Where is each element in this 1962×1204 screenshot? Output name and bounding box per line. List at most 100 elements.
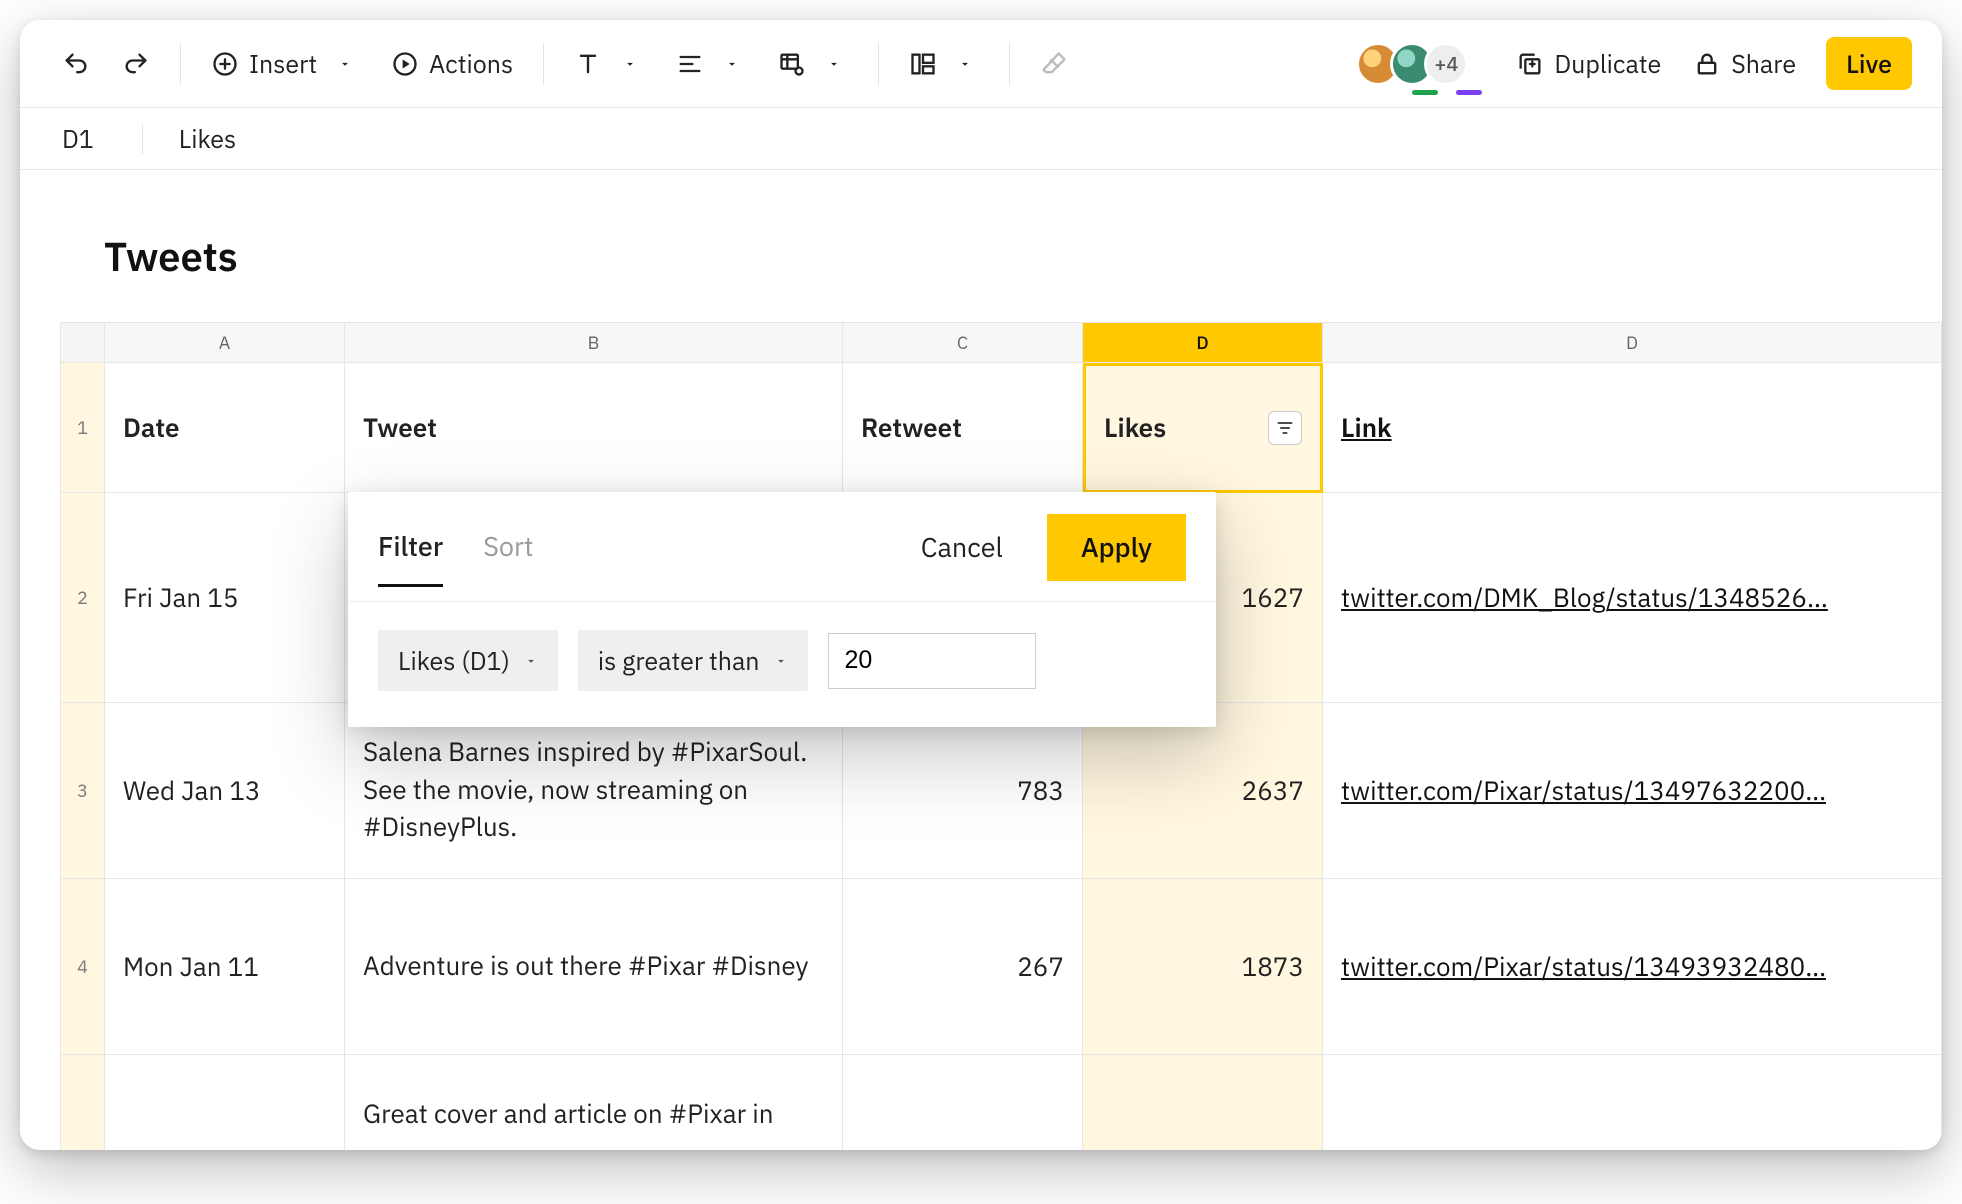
corner-cell[interactable] xyxy=(61,323,105,363)
cell-tweet[interactable]: Salena Barnes inspired by #PixarSoul. Se… xyxy=(345,703,843,879)
chevron-down-icon xyxy=(951,50,979,78)
formula-bar: D1 Likes xyxy=(20,108,1942,170)
cell-date[interactable] xyxy=(105,1055,345,1150)
redo-icon xyxy=(122,50,150,78)
duplicate-label: Duplicate xyxy=(1554,47,1661,80)
dropdown-label: Likes (D1) xyxy=(398,644,510,677)
tab-sort[interactable]: Sort xyxy=(483,529,533,587)
separator xyxy=(180,43,181,85)
insert-label: Insert xyxy=(249,47,317,80)
share-button[interactable]: Share xyxy=(1681,38,1808,90)
redo-button[interactable] xyxy=(110,38,162,90)
cell-retweet[interactable]: 267 xyxy=(843,879,1083,1055)
cell-value[interactable]: Likes xyxy=(179,122,236,155)
filter-operator-dropdown[interactable]: is greater than xyxy=(578,630,808,691)
cell-link[interactable]: twitter.com/DMK_Blog/status/1348526… xyxy=(1323,493,1942,703)
header-link[interactable]: Link xyxy=(1323,363,1942,493)
row-number[interactable]: 3 xyxy=(61,703,105,879)
avatar-more-count: +4 xyxy=(1434,50,1458,77)
eraser-button[interactable] xyxy=(1028,38,1080,90)
cell-retweet[interactable]: 783 xyxy=(843,703,1083,879)
column-letter[interactable]: D xyxy=(1323,323,1942,363)
apply-button[interactable]: Apply xyxy=(1047,514,1186,581)
cell-likes[interactable] xyxy=(1083,1055,1323,1150)
table-row: Great cover and article on #Pixar in xyxy=(61,1055,1942,1150)
header-row: 1 Date Tweet Retweet Likes Link xyxy=(61,363,1942,493)
header-likes-label: Likes xyxy=(1104,411,1166,445)
chevron-down-icon xyxy=(524,654,538,668)
plus-circle-icon xyxy=(211,50,239,78)
align-button[interactable] xyxy=(664,38,758,90)
cell-date[interactable]: Wed Jan 13 xyxy=(105,703,345,879)
cell-retweet[interactable] xyxy=(843,1055,1083,1150)
live-label: Live xyxy=(1846,47,1892,80)
presence-indicator xyxy=(1456,90,1482,95)
separator xyxy=(878,43,879,85)
column-letter[interactable]: A xyxy=(105,323,345,363)
column-letter[interactable]: B xyxy=(345,323,843,363)
presence-avatars[interactable]: +4 xyxy=(1366,42,1468,86)
filter-icon[interactable] xyxy=(1268,411,1302,445)
text-icon xyxy=(574,50,602,78)
header-date[interactable]: Date xyxy=(105,363,345,493)
lock-icon xyxy=(1693,50,1721,78)
chevron-down-icon xyxy=(718,50,746,78)
header-likes[interactable]: Likes xyxy=(1083,363,1323,493)
table-gear-icon xyxy=(778,50,806,78)
row-number[interactable] xyxy=(61,1055,105,1150)
text-format-button[interactable] xyxy=(562,38,656,90)
toolbar: Insert Actions xyxy=(20,20,1942,108)
cell-reference[interactable]: D1 xyxy=(50,122,106,155)
column-letter-selected[interactable]: D xyxy=(1083,323,1323,363)
chevron-down-icon xyxy=(774,654,788,668)
column-letter[interactable]: C xyxy=(843,323,1083,363)
column-letters-row: A B C D D xyxy=(61,323,1942,363)
undo-button[interactable] xyxy=(50,38,102,90)
actions-button[interactable]: Actions xyxy=(379,38,525,90)
separator xyxy=(543,43,544,85)
cell-link[interactable]: twitter.com/Pixar/status/13493932480… xyxy=(1323,879,1942,1055)
play-circle-icon xyxy=(391,50,419,78)
table-row: 4 Mon Jan 11 Adventure is out there #Pix… xyxy=(61,879,1942,1055)
cell-date[interactable]: Mon Jan 11 xyxy=(105,879,345,1055)
tab-filter[interactable]: Filter xyxy=(378,529,443,587)
dropdown-label: is greater than xyxy=(598,644,760,677)
eraser-icon xyxy=(1040,50,1068,78)
row-number[interactable]: 1 xyxy=(61,363,105,493)
data-grid: A B C D D 1 Date Tweet Retweet Likes xyxy=(60,322,1942,1150)
filter-column-dropdown[interactable]: Likes (D1) xyxy=(378,630,558,691)
chevron-down-icon xyxy=(616,50,644,78)
header-retweet[interactable]: Retweet xyxy=(843,363,1083,493)
cancel-button[interactable]: Cancel xyxy=(899,516,1025,579)
presence-indicator xyxy=(1412,90,1438,95)
duplicate-icon xyxy=(1516,50,1544,78)
filter-value-input[interactable] xyxy=(828,633,1036,689)
filter-popover: Filter Sort Cancel Apply Likes (D1) is g… xyxy=(348,492,1216,727)
duplicate-button[interactable]: Duplicate xyxy=(1504,38,1673,90)
actions-label: Actions xyxy=(429,47,513,80)
cell-likes[interactable]: 1873 xyxy=(1083,879,1323,1055)
cell-tweet[interactable]: Adventure is out there #Pixar #Disney xyxy=(345,879,843,1055)
app-window: Insert Actions xyxy=(20,20,1942,1150)
table-row: 3 Wed Jan 13 Salena Barnes inspired by #… xyxy=(61,703,1942,879)
header-tweet[interactable]: Tweet xyxy=(345,363,843,493)
layout-button[interactable] xyxy=(897,38,991,90)
row-number[interactable]: 4 xyxy=(61,879,105,1055)
cell-link[interactable]: twitter.com/Pixar/status/13497632200… xyxy=(1323,703,1942,879)
live-button[interactable]: Live xyxy=(1826,37,1912,90)
avatar-overflow[interactable]: +4 xyxy=(1424,42,1468,86)
cell-date[interactable]: Fri Jan 15 xyxy=(105,493,345,703)
share-label: Share xyxy=(1731,47,1796,80)
separator xyxy=(1009,43,1010,85)
chevron-down-icon xyxy=(331,50,359,78)
cell-tweet[interactable]: Great cover and article on #Pixar in xyxy=(345,1055,843,1150)
insert-button[interactable]: Insert xyxy=(199,38,371,90)
undo-icon xyxy=(62,50,90,78)
align-icon xyxy=(676,50,704,78)
layout-icon xyxy=(909,50,937,78)
cell-likes[interactable]: 2637 xyxy=(1083,703,1323,879)
row-number[interactable]: 2 xyxy=(61,493,105,703)
sheet-title[interactable]: Tweets xyxy=(104,230,1942,282)
table-format-button[interactable] xyxy=(766,38,860,90)
cell-link[interactable] xyxy=(1323,1055,1942,1150)
